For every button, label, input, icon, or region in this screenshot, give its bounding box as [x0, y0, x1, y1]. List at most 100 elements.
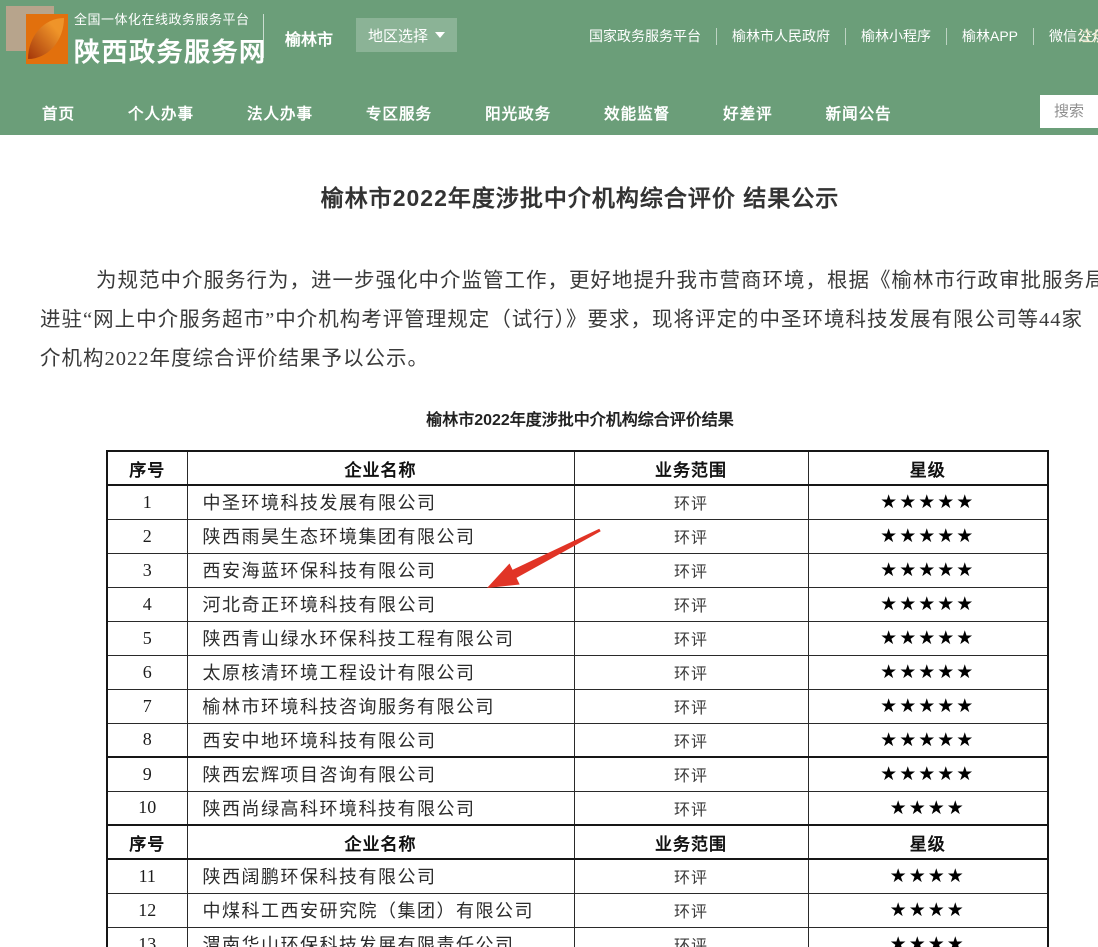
nav-item[interactable]: 阳光政务	[485, 102, 551, 124]
cell-no: 5	[107, 621, 187, 655]
site-logo-icon	[6, 4, 66, 66]
main-nav: 首页 个人办事 法人办事 专区服务 阳光政务 效能监督 好差评 新闻公告	[0, 90, 1098, 135]
cell-stars: ★★★★	[808, 927, 1048, 947]
cell-name: 中煤科工西安研究院（集团）有限公司	[187, 893, 574, 927]
announcement-paragraph: 为规范中介服务行为，进一步强化中介监管工作，更好地提升我市营商环境，根据《榆林市…	[0, 262, 1098, 379]
cell-stars: ★★★★	[808, 893, 1048, 927]
cell-scope: 环评	[574, 757, 808, 791]
register-link[interactable]: 注册	[1078, 25, 1098, 46]
cell-scope: 环评	[574, 655, 808, 689]
cell-scope: 环评	[574, 553, 808, 587]
cell-stars: ★★★★★	[808, 621, 1048, 655]
cell-scope: 环评	[574, 791, 808, 825]
table-row: 12中煤科工西安研究院（集团）有限公司环评★★★★	[107, 893, 1048, 927]
table-row: 8西安中地环境科技有限公司环评★★★★★	[107, 723, 1048, 757]
table-row: 9陕西宏辉项目咨询有限公司环评★★★★★	[107, 757, 1048, 791]
region-select-label: 地区选择	[368, 25, 428, 46]
logo-orange-square	[26, 14, 68, 64]
cell-stars: ★★★★★	[808, 587, 1048, 621]
header-divider	[263, 14, 264, 58]
paragraph-line: 为规范中介服务行为，进一步强化中介监管工作，更好地提升我市营商环境，根据《榆林市…	[40, 262, 1098, 301]
cell-no: 6	[107, 655, 187, 689]
cell-no: 8	[107, 723, 187, 757]
cell-stars: ★★★★★	[808, 757, 1048, 791]
table-row: 6太原核清环境工程设计有限公司环评★★★★★	[107, 655, 1048, 689]
cell-no: 1	[107, 485, 187, 519]
cell-scope: 环评	[574, 723, 808, 757]
cell-name: 西安中地环境科技有限公司	[187, 723, 574, 757]
cell-stars: ★★★★★	[808, 553, 1048, 587]
table-row: 10陕西尚绿高科环境科技有限公司环评★★★★	[107, 791, 1048, 825]
cell-stars: ★★★★★	[808, 723, 1048, 757]
cell-stars: ★★★★★	[808, 485, 1048, 519]
logo-leaf-icon	[28, 18, 64, 59]
paragraph-line: 介机构2022年度综合评价结果予以公示。	[40, 340, 1098, 379]
table-row: 13渭南华山环保科技发展有限责任公司环评★★★★	[107, 927, 1048, 947]
cell-name: 陕西宏辉项目咨询有限公司	[187, 757, 574, 791]
cell-stars: ★★★★	[808, 791, 1048, 825]
header-link[interactable]: 榆林小程序	[846, 26, 946, 46]
cell-no: 12	[107, 893, 187, 927]
table-row: 11陕西阔鹏环保科技有限公司环评★★★★	[107, 859, 1048, 893]
site-header: 全国一体化在线政务服务平台 陕西政务服务网 榆林市 地区选择 国家政务服务平台榆…	[0, 0, 1098, 135]
page-title: 榆林市2022年度涉批中介机构综合评价 结果公示	[0, 179, 1098, 213]
cell-name: 河北奇正环境科技有限公司	[187, 587, 574, 621]
column-header: 序号	[107, 825, 187, 859]
header-link[interactable]: 国家政务服务平台	[574, 26, 716, 46]
table-row: 4河北奇正环境科技有限公司环评★★★★★	[107, 587, 1048, 621]
header-links: 国家政务服务平台榆林市人民政府榆林小程序榆林APP微信公众号	[574, 26, 1098, 46]
cell-no: 3	[107, 553, 187, 587]
caret-down-icon	[435, 32, 445, 38]
cell-scope: 环评	[574, 621, 808, 655]
cell-stars: ★★★★★	[808, 689, 1048, 723]
nav-item[interactable]: 个人办事	[128, 102, 194, 124]
column-header: 星级	[808, 451, 1048, 485]
cell-name: 榆林市环境科技咨询服务有限公司	[187, 689, 574, 723]
current-city-label: 榆林市	[285, 26, 333, 50]
cell-name: 中圣环境科技发展有限公司	[187, 485, 574, 519]
cell-name: 渭南华山环保科技发展有限责任公司	[187, 927, 574, 947]
cell-no: 7	[107, 689, 187, 723]
evaluation-results-table: 序号企业名称业务范围星级1中圣环境科技发展有限公司环评★★★★★2陕西雨昊生态环…	[106, 450, 1049, 947]
region-select-button[interactable]: 地区选择	[356, 18, 457, 52]
cell-scope: 环评	[574, 893, 808, 927]
nav-item[interactable]: 法人办事	[247, 102, 313, 124]
cell-stars: ★★★★★	[808, 519, 1048, 553]
table-caption: 榆林市2022年度涉批中介机构综合评价结果	[0, 406, 1098, 430]
cell-name: 陕西青山绿水环保科技工程有限公司	[187, 621, 574, 655]
site-name: 陕西政务服务网	[74, 32, 267, 69]
column-header: 业务范围	[574, 451, 808, 485]
table-row: 5陕西青山绿水环保科技工程有限公司环评★★★★★	[107, 621, 1048, 655]
cell-no: 9	[107, 757, 187, 791]
cell-name: 陕西尚绿高科环境科技有限公司	[187, 791, 574, 825]
header-link[interactable]: 榆林APP	[947, 26, 1033, 46]
table-row: 7榆林市环境科技咨询服务有限公司环评★★★★★	[107, 689, 1048, 723]
site-titles: 全国一体化在线政务服务平台 陕西政务服务网	[74, 9, 267, 69]
cell-stars: ★★★★★	[808, 655, 1048, 689]
cell-no: 13	[107, 927, 187, 947]
header-link[interactable]: 榆林市人民政府	[717, 26, 845, 46]
nav-item[interactable]: 首页	[42, 102, 75, 124]
announcement-page: 榆林市2022年度涉批中介机构综合评价 结果公示 为规范中介服务行为，进一步强化…	[0, 179, 1098, 947]
cell-name: 陕西阔鹏环保科技有限公司	[187, 859, 574, 893]
cell-no: 10	[107, 791, 187, 825]
platform-tagline: 全国一体化在线政务服务平台	[74, 9, 267, 28]
table-row: 3西安海蓝环保科技有限公司环评★★★★★	[107, 553, 1048, 587]
cell-name: 陕西雨昊生态环境集团有限公司	[187, 519, 574, 553]
column-header: 星级	[808, 825, 1048, 859]
paragraph-line: 进驻“网上中介服务超市”中介机构考评管理规定（试行）》要求，现将评定的中圣环境科…	[40, 301, 1098, 340]
cell-name: 太原核清环境工程设计有限公司	[187, 655, 574, 689]
table-header-row: 序号企业名称业务范围星级	[107, 825, 1048, 859]
cell-stars: ★★★★	[808, 859, 1048, 893]
nav-item[interactable]: 好差评	[723, 102, 773, 124]
search-input[interactable]	[1040, 95, 1098, 128]
nav-item[interactable]: 专区服务	[366, 102, 432, 124]
nav-item[interactable]: 效能监督	[604, 102, 670, 124]
cell-no: 2	[107, 519, 187, 553]
cell-no: 11	[107, 859, 187, 893]
nav-item[interactable]: 新闻公告	[826, 102, 892, 124]
nav-items: 首页 个人办事 法人办事 专区服务 阳光政务 效能监督 好差评 新闻公告	[42, 90, 892, 135]
table-row: 1中圣环境科技发展有限公司环评★★★★★	[107, 485, 1048, 519]
table-header-row: 序号企业名称业务范围星级	[107, 451, 1048, 485]
column-header: 序号	[107, 451, 187, 485]
